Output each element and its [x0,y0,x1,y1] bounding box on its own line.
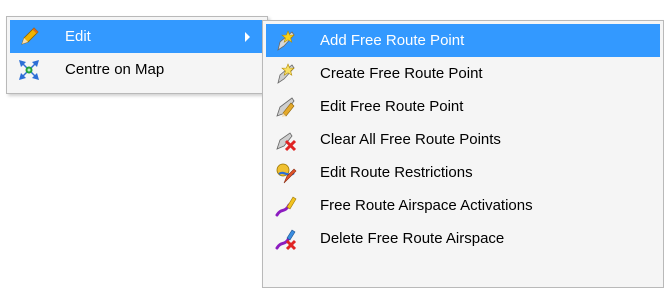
submenu-item-label: Add Free Route Point [320,32,465,49]
route-restrictions-icon [276,163,297,183]
edit-submenu: Add Free Route Point Create Free Route P… [262,20,664,288]
submenu-item-edit-route-restrictions[interactable]: Edit Route Restrictions [266,156,660,189]
delete-airspace-icon [275,229,297,250]
submenu-item-delete-free-route-airspace[interactable]: Delete Free Route Airspace [266,222,660,255]
clear-points-x-icon [276,131,297,151]
menu-item-edit[interactable]: Edit [10,20,264,53]
submenu-item-label: Delete Free Route Airspace [320,230,505,247]
create-point-star-icon [277,62,295,84]
submenu-item-label: Edit Route Restrictions [320,164,473,181]
submenu-item-clear-all-free-route-points[interactable]: Clear All Free Route Points [266,123,660,156]
submenu-item-label: Free Route Airspace Activations [320,197,533,214]
submenu-arrow-icon [245,31,250,42]
submenu-item-add-free-route-point[interactable]: Add Free Route Point [266,24,660,57]
edit-point-pencil-icon [276,96,295,117]
context-menu: Edit Centre on Map [6,16,268,94]
submenu-item-label: Edit Free Route Point [320,98,464,115]
submenu-item-label: Clear All Free Route Points [320,131,501,148]
submenu-item-free-route-airspace-activations[interactable]: Free Route Airspace Activations [266,189,660,222]
menu-item-centre-on-map[interactable]: Centre on Map [10,53,264,86]
submenu-item-edit-free-route-point[interactable]: Edit Free Route Point [266,90,660,123]
submenu-item-create-free-route-point[interactable]: Create Free Route Point [266,57,660,90]
centre-on-map-icon [19,59,39,80]
submenu-item-label: Create Free Route Point [320,65,483,82]
add-point-star-icon [277,29,295,51]
pencil-icon [21,26,39,45]
menu-item-label: Edit [65,28,91,45]
menu-item-label: Centre on Map [65,61,165,78]
airspace-activation-icon [275,196,297,216]
